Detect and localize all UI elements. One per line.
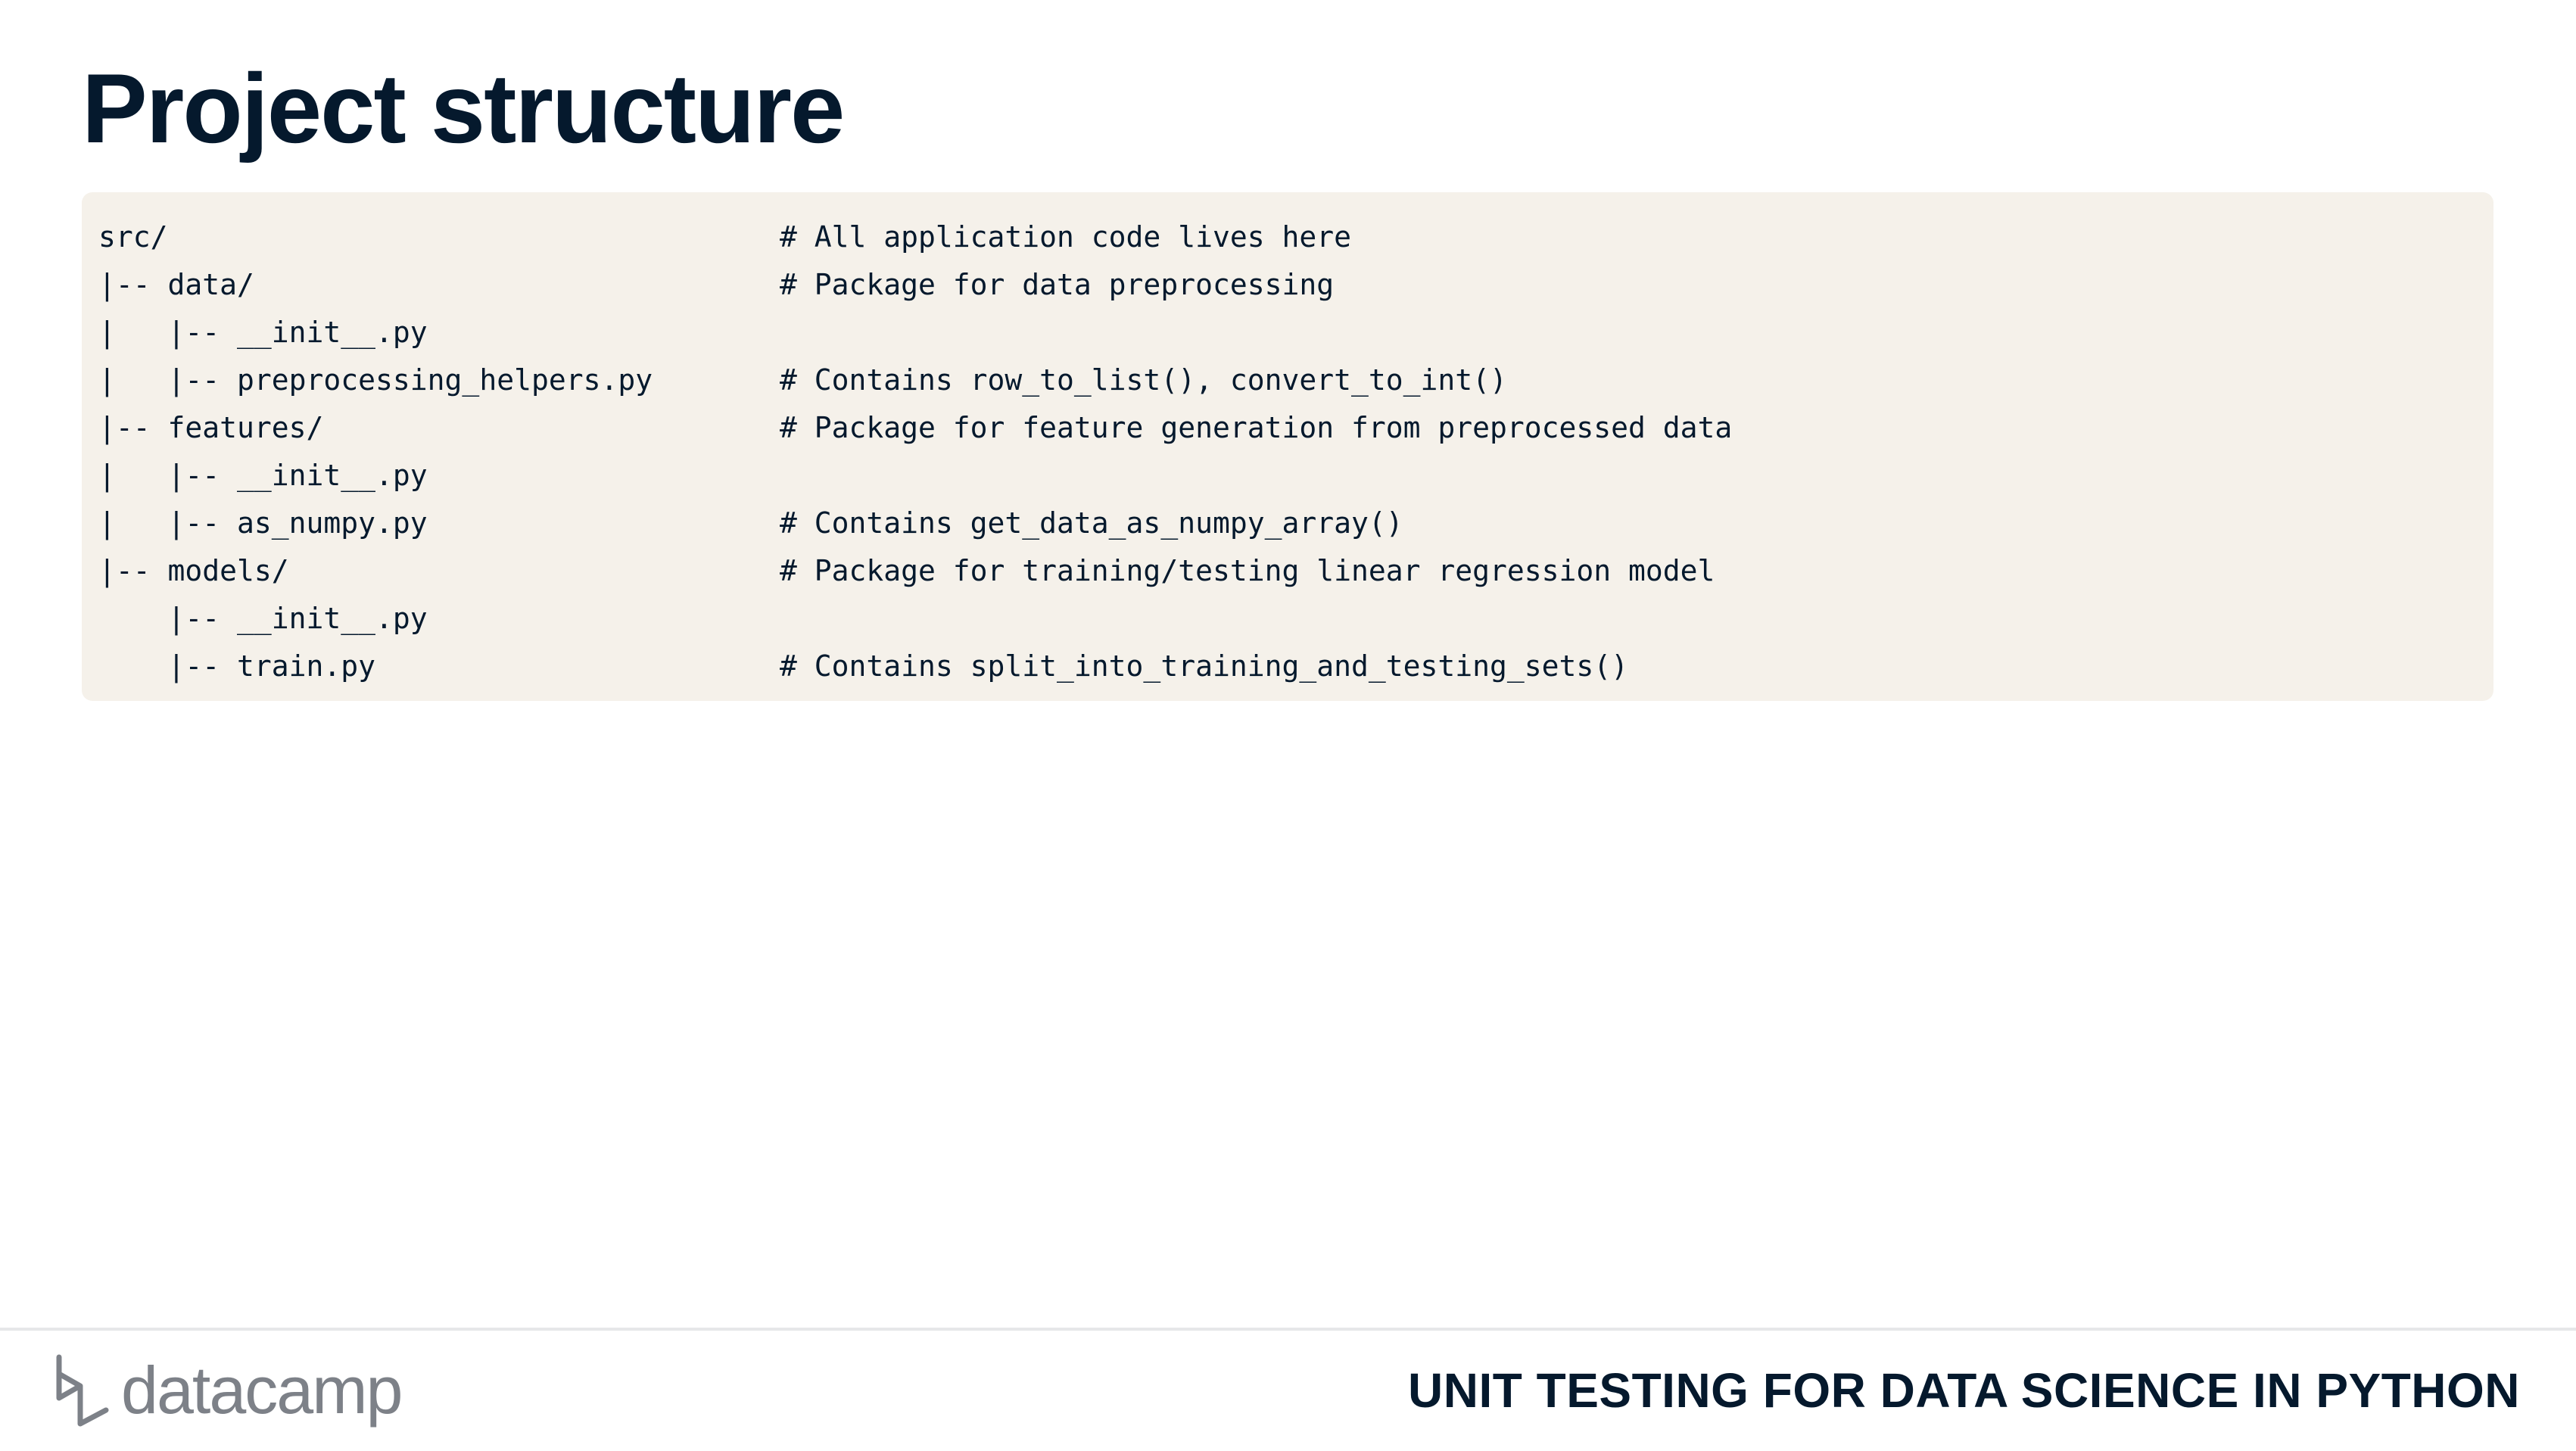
code-line: src/ # All application code lives here	[98, 213, 2493, 261]
code-comment: # Contains row_to_list(), convert_to_int…	[780, 363, 1507, 397]
page-title: Project structure	[82, 53, 845, 163]
slide: Project structure src/ # All application…	[0, 0, 2576, 1451]
code-block: src/ # All application code lives here |…	[82, 192, 2493, 701]
code-path: | |-- preprocessing_helpers.py	[98, 363, 653, 397]
code-path: |-- features/	[98, 411, 324, 444]
datacamp-logo: datacamp	[53, 1349, 403, 1432]
code-path: src/	[98, 220, 168, 254]
datacamp-logo-icon	[56, 1354, 109, 1427]
code-comment: # Contains get_data_as_numpy_array()	[780, 506, 1403, 540]
code-path: |-- models/	[98, 554, 289, 587]
code-path: | |-- __init__.py	[98, 316, 428, 349]
code-line: | |-- as_numpy.py # Contains get_data_as…	[98, 500, 2493, 547]
code-comment: # Package for feature generation from pr…	[780, 411, 1733, 444]
code-path: | |-- __init__.py	[98, 459, 428, 492]
logo-wordmark: datacamp	[121, 1353, 403, 1428]
code-line: |-- __init__.py	[98, 595, 2493, 643]
course-title: UNIT TESTING FOR DATA SCIENCE IN PYTHON	[1408, 1363, 2520, 1418]
code-line: | |-- __init__.py	[98, 452, 2493, 500]
code-path: |-- train.py	[98, 649, 376, 683]
code-line: |-- models/ # Package for training/testi…	[98, 547, 2493, 595]
code-comment: # Package for data preprocessing	[780, 268, 1335, 301]
code-comment: # Package for training/testing linear re…	[780, 554, 1715, 587]
code-comment: # Contains split_into_training_and_testi…	[780, 649, 1629, 683]
code-path: | |-- as_numpy.py	[98, 506, 428, 540]
code-line: | |-- preprocessing_helpers.py # Contain…	[98, 357, 2493, 404]
code-line: |-- data/ # Package for data preprocessi…	[98, 261, 2493, 309]
code-line: |-- train.py # Contains split_into_train…	[98, 643, 2493, 690]
footer-divider	[0, 1328, 2576, 1331]
code-path: |-- __init__.py	[98, 602, 428, 635]
code-comment: # All application code lives here	[780, 220, 1351, 254]
code-path: |-- data/	[98, 268, 254, 301]
code-line: |-- features/ # Package for feature gene…	[98, 404, 2493, 452]
code-line: | |-- __init__.py	[98, 309, 2493, 357]
